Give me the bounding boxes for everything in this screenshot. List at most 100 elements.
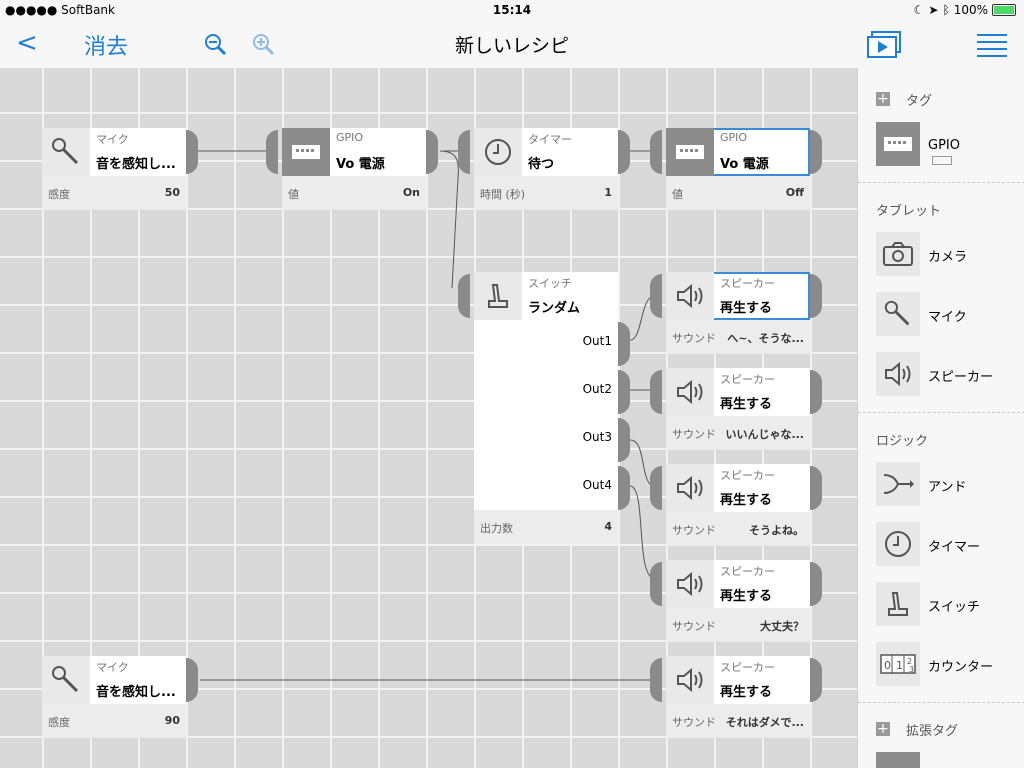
output-port[interactable] bbox=[810, 370, 822, 414]
output-port-3[interactable] bbox=[618, 418, 630, 462]
switch-output-label: Out1 bbox=[582, 334, 612, 348]
svg-text:3: 3 bbox=[909, 665, 914, 674]
node-category: スピーカー bbox=[720, 469, 775, 482]
node-name: 待つ bbox=[528, 157, 555, 172]
gpio-icon bbox=[666, 128, 714, 176]
input-port[interactable] bbox=[650, 370, 662, 414]
sidebar-item-timer[interactable]: タイマー bbox=[876, 522, 1024, 566]
node-param-label: サウンド bbox=[672, 524, 716, 537]
sidebar-item-speaker[interactable]: スピーカー bbox=[876, 352, 1024, 396]
location-icon: ➤ bbox=[928, 3, 939, 17]
node-param-label: 値 bbox=[288, 188, 299, 201]
input-port[interactable] bbox=[458, 130, 470, 174]
recipe-canvas[interactable]: マイク 音を感知し... 感度 50 GPIO Vo 電源 値 On タイマー … bbox=[0, 68, 857, 768]
switch-icon bbox=[474, 272, 522, 320]
output-port-1[interactable] bbox=[618, 322, 630, 366]
node-param-label: 感度 bbox=[48, 188, 70, 201]
node-name: Vo 電源 bbox=[336, 157, 385, 172]
node-category: スピーカー bbox=[720, 277, 775, 290]
switch-output-label: Out4 bbox=[582, 478, 612, 492]
node-param-value[interactable]: On bbox=[403, 186, 420, 199]
moon-icon: ☾ bbox=[913, 3, 925, 17]
microphone-icon bbox=[42, 656, 90, 704]
output-port[interactable] bbox=[186, 130, 198, 174]
battery-low-icon bbox=[932, 156, 952, 165]
node-param-value[interactable]: 1 bbox=[604, 186, 612, 199]
speaker-icon bbox=[666, 560, 714, 608]
output-port-4[interactable] bbox=[618, 466, 630, 510]
node-param-value[interactable]: そうよね。 bbox=[749, 522, 804, 538]
battery-percent: 100% bbox=[953, 3, 988, 17]
output-port[interactable] bbox=[810, 466, 822, 510]
sidebar-item-switch[interactable]: スイッチ bbox=[876, 582, 1024, 626]
sidebar-item-label: スピーカー bbox=[928, 370, 994, 385]
node-param-value[interactable]: 4 bbox=[604, 520, 612, 533]
node-param-value[interactable]: 大丈夫？ bbox=[760, 618, 804, 634]
speaker-icon bbox=[666, 368, 714, 416]
sidebar-item-gpio[interactable]: GPIO bbox=[876, 122, 1024, 166]
output-port[interactable] bbox=[810, 562, 822, 606]
node-param-value[interactable]: それはダメで... bbox=[726, 714, 804, 730]
gpio-icon bbox=[282, 128, 330, 176]
input-port[interactable] bbox=[650, 562, 662, 606]
node-name: Vo 電源 bbox=[720, 157, 769, 172]
node-param-label: 値 bbox=[672, 188, 683, 201]
node-name: 音を感知し... bbox=[96, 685, 176, 700]
node-param-label: サウンド bbox=[672, 428, 716, 441]
svg-text:1: 1 bbox=[896, 659, 903, 672]
sidebar-item-label: カウンター bbox=[928, 660, 994, 675]
sidebar-item-label: GPIO bbox=[928, 138, 960, 153]
sidebar-item-counter[interactable]: 0123 カウンター bbox=[876, 642, 1024, 686]
output-port[interactable] bbox=[618, 130, 630, 174]
node-param-value[interactable]: 90 bbox=[165, 714, 180, 727]
node-param-label: サウンド bbox=[672, 332, 716, 345]
input-port[interactable] bbox=[458, 274, 470, 318]
sidebar-item-camera[interactable]: カメラ bbox=[876, 232, 1024, 276]
switch-outputs: Out1 Out2 Out3 Out4 bbox=[474, 320, 618, 510]
node-param-label: 出力数 bbox=[480, 522, 513, 535]
node-name: 再生する bbox=[720, 397, 773, 412]
output-port[interactable] bbox=[186, 658, 198, 702]
node-category: マイク bbox=[96, 133, 129, 146]
node-name: 再生する bbox=[720, 493, 773, 508]
node-param-value[interactable]: いいんじゃな... bbox=[725, 426, 804, 442]
status-bar: ●●●●● SoftBank 15:14 ☾ ➤ ᛒ 100% bbox=[0, 0, 1024, 20]
microphone-icon bbox=[876, 292, 920, 336]
input-port[interactable] bbox=[650, 130, 662, 174]
input-port[interactable] bbox=[650, 274, 662, 318]
sidebar-item-label: スイッチ bbox=[928, 600, 981, 615]
node-name: 再生する bbox=[720, 301, 773, 316]
input-port[interactable] bbox=[266, 130, 278, 174]
sidebar-item-label: タイマー bbox=[928, 540, 981, 555]
microphone-icon bbox=[42, 128, 90, 176]
node-name: ランダム bbox=[528, 301, 581, 316]
sidebar-item-and[interactable]: アンド bbox=[876, 462, 1024, 506]
output-port[interactable] bbox=[810, 274, 822, 318]
and-icon bbox=[876, 462, 920, 506]
section-title-extension-tag: 拡張タグ bbox=[906, 724, 959, 739]
battery-icon bbox=[992, 4, 1016, 16]
node-category: スイッチ bbox=[528, 277, 572, 290]
extension-tag-item[interactable] bbox=[876, 752, 920, 768]
input-port[interactable] bbox=[650, 466, 662, 510]
status-right: ☾ ➤ ᛒ 100% bbox=[914, 3, 1016, 17]
output-port[interactable] bbox=[810, 130, 822, 174]
output-port[interactable] bbox=[426, 130, 438, 174]
node-name: 再生する bbox=[720, 589, 773, 604]
node-param-value[interactable]: 50 bbox=[165, 186, 180, 199]
sidebar-item-microphone[interactable]: マイク bbox=[876, 292, 1024, 336]
node-param-value[interactable]: へ~、そうな... bbox=[727, 330, 804, 346]
node-category: GPIO bbox=[720, 131, 748, 144]
speaker-icon bbox=[666, 464, 714, 512]
add-extension-tag-button[interactable]: + bbox=[876, 722, 890, 736]
section-title-logic: ロジック bbox=[876, 434, 929, 449]
node-param-value[interactable]: Off bbox=[786, 186, 804, 199]
node-category: タイマー bbox=[528, 133, 572, 146]
output-port[interactable] bbox=[810, 658, 822, 702]
menu-icon[interactable] bbox=[976, 32, 1008, 62]
play-icon[interactable] bbox=[866, 30, 904, 64]
add-tag-button[interactable]: + bbox=[876, 92, 890, 106]
node-category: GPIO bbox=[336, 131, 364, 144]
output-port-2[interactable] bbox=[618, 370, 630, 414]
input-port[interactable] bbox=[650, 658, 662, 702]
